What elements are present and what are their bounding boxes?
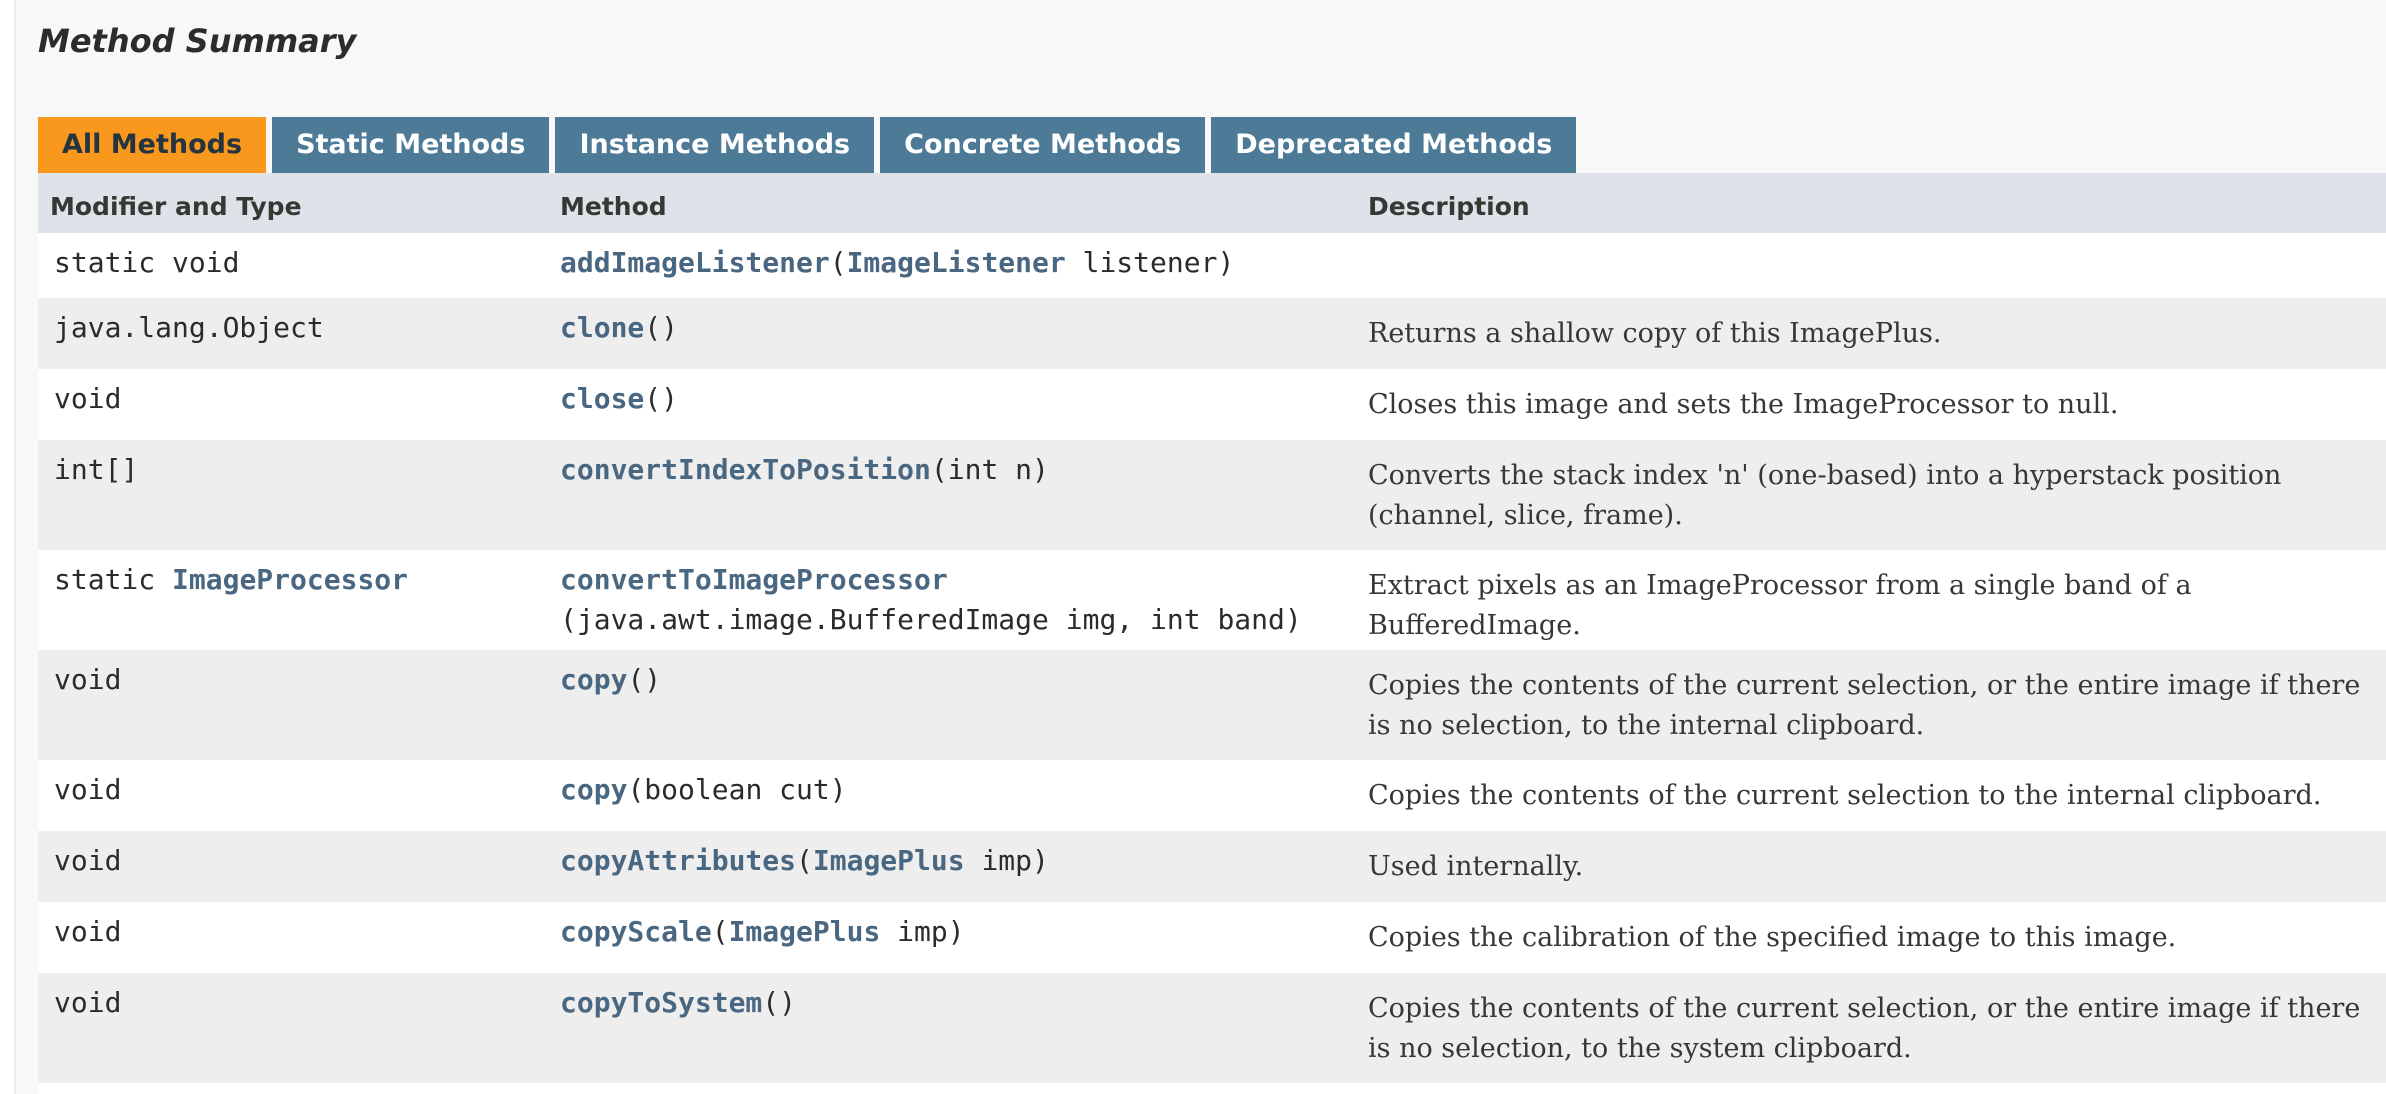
modifier-text: void <box>54 986 122 1019</box>
method-paren: (int n) <box>930 453 1049 486</box>
table-row: static ImageProcessor convertToImageProc… <box>38 550 2386 650</box>
modifier-cell: static void <box>54 243 239 283</box>
tab-static-methods[interactable]: Static Methods <box>272 117 550 173</box>
param-type-link[interactable]: ImagePlus <box>729 915 881 948</box>
table-row: static void addImageListener(ImageListen… <box>38 233 2386 298</box>
modifier-cell: static ImageProcessor <box>54 560 408 600</box>
method-cell: convertIndexToPosition(int n) <box>560 450 1340 490</box>
method-cell: copyAttributes(ImagePlus imp) <box>560 841 1340 881</box>
header-description: Description <box>1368 192 1530 221</box>
tab-instance-methods[interactable]: Instance Methods <box>555 117 875 173</box>
modifier-text: void <box>54 663 122 696</box>
return-type-link[interactable]: ImageProcessor <box>172 563 408 596</box>
description-cell: Copies the calibration of the specified … <box>1368 922 2177 953</box>
tab-all-methods[interactable]: All Methods <box>38 117 267 173</box>
description-cell: Extract pixels as an ImageProcessor from… <box>1368 570 2192 641</box>
table-row: void copyAttributes(ImagePlus imp) Used … <box>38 831 2386 902</box>
param-type-link[interactable]: ImagePlus <box>813 844 965 877</box>
method-summary-section: Method Summary All Methods Static Method… <box>14 0 2386 1094</box>
method-paren: () <box>627 663 662 696</box>
modifier-cell: java.lang.Object <box>54 308 324 348</box>
method-link[interactable]: convertIndexToPosition <box>560 453 931 486</box>
method-link[interactable]: close <box>560 382 644 415</box>
method-summary-table: Modifier and Type Method Description sta… <box>38 173 2386 1094</box>
table-row: void copyScale(ImagePlus imp) Copies the… <box>38 902 2386 973</box>
description-cell: Returns a shallow copy of this ImagePlus… <box>1368 318 1942 349</box>
tab-deprecated-methods[interactable]: Deprecated Methods <box>1211 117 1577 173</box>
table-row: void copy(boolean cut) Copies the conten… <box>38 760 2386 831</box>
modifier-text: void <box>54 382 122 415</box>
method-cell: copy(boolean cut) <box>560 770 1340 810</box>
modifier-cell: void <box>54 912 121 952</box>
description-cell <box>1368 243 2368 249</box>
method-cell: copyToSystem() <box>560 983 1340 1023</box>
table-row: void close() Closes this image and sets … <box>38 369 2386 440</box>
method-link[interactable]: copyAttributes <box>560 844 796 877</box>
table-row: void copyToSystem() Copies the contents … <box>38 973 2386 1083</box>
modifier-text: static <box>54 563 173 596</box>
modifier-cell: void <box>54 841 121 881</box>
modifier-cell: void <box>54 660 121 700</box>
method-cell: addImageListener(ImageListener listener) <box>560 243 1340 283</box>
method-paren: () <box>644 382 679 415</box>
param-type-link[interactable]: ImageListener <box>847 246 1066 279</box>
method-paren: () <box>762 986 797 1019</box>
table-row: java.lang.Object clone() Returns a shall… <box>38 298 2386 369</box>
table-header-row: Modifier and Type Method Description <box>38 173 2386 233</box>
method-link[interactable]: copyToSystem <box>560 986 762 1019</box>
modifier-text: void <box>54 915 122 948</box>
description-cell: Copies the contents of the current selec… <box>1368 993 2361 1064</box>
method-link[interactable]: addImageListener <box>560 246 830 279</box>
description-cell: Closes this image and sets the ImageProc… <box>1368 389 2119 420</box>
method-paren: ( <box>711 915 729 948</box>
modifier-text: void <box>54 773 122 806</box>
method-params: listener) <box>1065 246 1235 279</box>
method-params: imp) <box>964 844 1049 877</box>
method-cell: close() <box>560 379 1340 419</box>
table-row: void copy() Copies the contents of the c… <box>38 650 2386 760</box>
description-cell: Copies the contents of the current selec… <box>1368 780 2322 811</box>
modifier-text: void <box>54 844 122 877</box>
table-row-partial <box>38 1083 2386 1094</box>
modifier-text: int[] <box>54 453 139 486</box>
header-modifier-and-type: Modifier and Type <box>50 192 302 221</box>
method-link[interactable]: copyScale <box>560 915 712 948</box>
modifier-text: static void <box>54 246 240 279</box>
section-title: Method Summary <box>38 22 357 60</box>
description-cell: Converts the stack index 'n' (one-based)… <box>1368 460 2282 531</box>
method-cell: clone() <box>560 308 1340 348</box>
method-link[interactable]: copy <box>560 663 627 696</box>
method-paren: (boolean cut) <box>627 773 847 806</box>
method-params: imp) <box>880 915 965 948</box>
method-paren: ( <box>796 844 813 877</box>
method-link[interactable]: copy <box>560 773 627 806</box>
method-cell: copy() <box>560 660 1340 700</box>
header-method: Method <box>560 192 667 221</box>
modifier-text: java.lang.Object <box>54 311 324 344</box>
modifier-cell: void <box>54 983 121 1023</box>
modifier-cell: int[] <box>54 450 138 490</box>
modifier-cell: void <box>54 379 121 419</box>
description-cell: Used internally. <box>1368 851 1584 882</box>
description-cell: Copies the contents of the current selec… <box>1368 670 2361 741</box>
method-link[interactable]: clone <box>560 311 644 344</box>
method-cell: convertToImageProcessor (java.awt.image.B… <box>560 560 1340 640</box>
method-cell: copyScale(ImagePlus imp) <box>560 912 1340 952</box>
table-row: int[] convertIndexToPosition(int n) Conv… <box>38 440 2386 550</box>
method-filter-tabs: All Methods Static Methods Instance Meth… <box>38 117 1577 173</box>
method-paren: () <box>644 311 679 344</box>
method-link[interactable]: convertToImageProcessor <box>560 563 948 596</box>
page: Method Summary All Methods Static Method… <box>0 0 2386 1094</box>
tab-concrete-methods[interactable]: Concrete Methods <box>880 117 1206 173</box>
method-params: (java.awt.image.BufferedImage img, int b… <box>560 603 1302 636</box>
method-paren: ( <box>829 246 847 279</box>
modifier-cell: void <box>54 770 121 810</box>
